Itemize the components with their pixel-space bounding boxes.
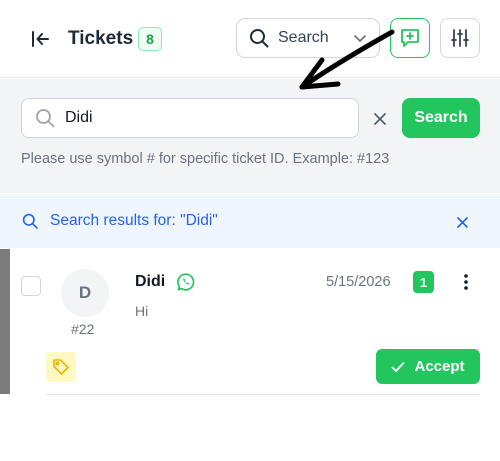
ticket-select-checkbox[interactable] xyxy=(21,276,41,296)
search-results-text: Search results for: "Didi" xyxy=(50,212,218,229)
clear-search-button[interactable] xyxy=(371,110,389,128)
search-field[interactable] xyxy=(21,98,359,138)
unread-count-badge: 1 xyxy=(413,271,434,293)
avatar: D xyxy=(61,269,109,317)
tag-icon xyxy=(53,359,69,375)
clear-results-button[interactable] xyxy=(454,214,470,230)
collapse-sidebar-button[interactable] xyxy=(26,25,54,53)
page-title: Tickets xyxy=(68,28,134,49)
last-message-preview: Hi xyxy=(135,303,149,319)
ticket-list-item[interactable]: D #22 Didi Hi 5/15/2026 1 Accept xyxy=(0,249,500,394)
ticket-date: 5/15/2026 xyxy=(326,274,391,290)
search-button[interactable]: Search xyxy=(402,98,480,138)
filter-settings-button[interactable] xyxy=(440,18,480,58)
accept-ticket-button[interactable]: Accept xyxy=(376,349,480,384)
search-results-banner: Search results for: "Didi" xyxy=(0,194,500,248)
ticket-id: #22 xyxy=(71,321,95,337)
message-plus-icon xyxy=(401,29,419,47)
ticket-count-badge: 8 xyxy=(138,27,162,51)
close-icon xyxy=(374,113,386,125)
new-ticket-button[interactable] xyxy=(390,18,430,58)
search-mode-label: Search xyxy=(278,29,329,46)
chevron-down-icon xyxy=(354,35,366,42)
search-input[interactable] xyxy=(65,109,335,127)
tag-button[interactable] xyxy=(46,352,76,382)
search-icon xyxy=(22,213,38,229)
contact-name: Didi xyxy=(135,273,166,290)
search-icon xyxy=(36,109,55,128)
more-vertical-icon xyxy=(464,274,468,290)
tickets-header: Tickets 8 Search xyxy=(0,0,500,78)
sliders-icon xyxy=(451,29,469,47)
whatsapp-icon xyxy=(177,273,195,291)
collapse-left-icon xyxy=(32,31,49,47)
more-options-button[interactable] xyxy=(458,271,474,293)
close-icon xyxy=(456,216,468,228)
search-mode-dropdown[interactable]: Search xyxy=(236,18,380,58)
search-panel: Search Please use symbol # for specific … xyxy=(0,79,500,193)
search-icon xyxy=(250,29,269,48)
ticket-list-empty-area xyxy=(0,395,500,461)
search-hint: Please use symbol # for specific ticket … xyxy=(21,151,390,167)
ticket-accent-bar xyxy=(0,249,10,394)
accept-label: Accept xyxy=(414,358,465,375)
check-icon xyxy=(392,361,405,372)
